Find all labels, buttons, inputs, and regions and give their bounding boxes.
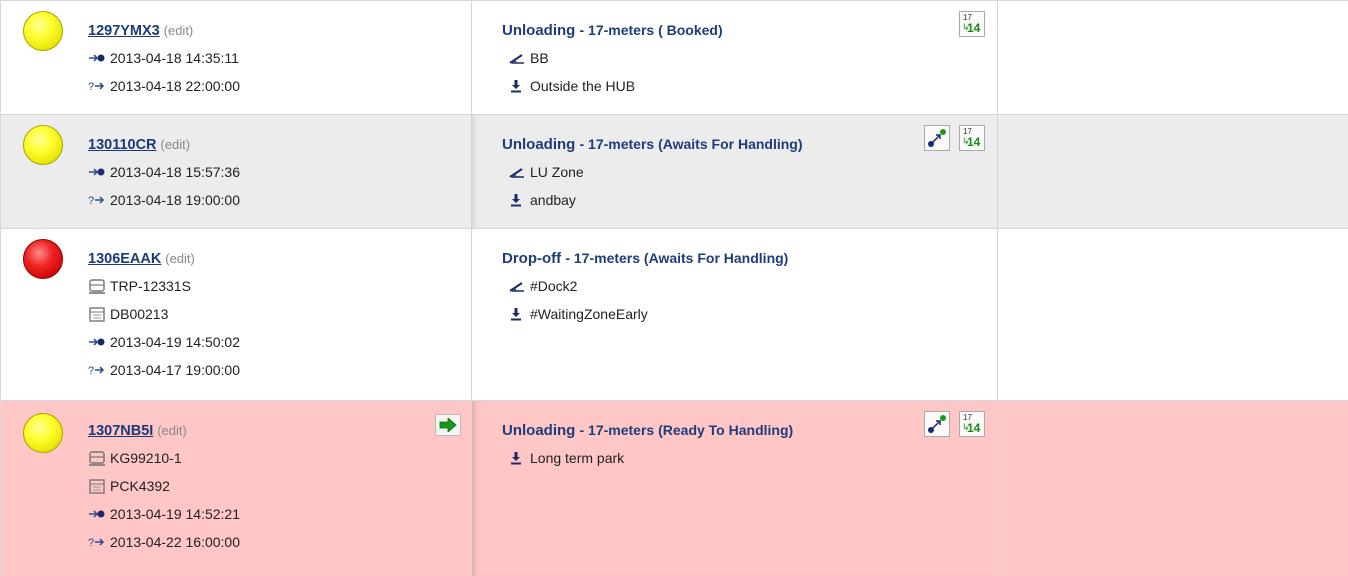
- dock-icon: [508, 51, 526, 65]
- table-row: 1297YMX3 (edit) 2013-04-18 14:35:11 ? 201…: [1, 1, 1348, 115]
- arrival-time: 2013-04-18 15:57:36: [110, 164, 240, 180]
- vehicle-grid: 1297YMX3 (edit) 2013-04-18 14:35:11 ? 201…: [0, 0, 1348, 576]
- trailer-plate: DB00213: [110, 306, 169, 322]
- task-type[interactable]: Unloading: [502, 136, 575, 153]
- truck-icon: [88, 451, 106, 466]
- table-row: 130110CR (edit) 2013-04-18 15:57:36 ? 201…: [1, 115, 1348, 229]
- task-detail: - 17-meters (Awaits For Handling): [565, 250, 789, 266]
- assign-dock-button[interactable]: [924, 411, 950, 437]
- go-arrow-button[interactable]: [435, 414, 461, 436]
- svg-text:?: ?: [88, 365, 94, 377]
- task-cell: Unloading - 17-meters (Awaits For Handli…: [472, 115, 998, 228]
- reschedule-calendar-button[interactable]: 17 ↳ 14: [959, 125, 985, 151]
- truck-icon: [88, 279, 106, 294]
- eta-icon: ?: [88, 535, 106, 549]
- status-light-yellow: [23, 125, 63, 165]
- edit-link[interactable]: (edit): [157, 423, 187, 438]
- table-row: 1307NB5I (edit) KG99210-1 PCK4392 2013-0…: [1, 401, 1348, 576]
- park-icon: [508, 79, 526, 93]
- park-icon: [508, 451, 526, 465]
- calendar-to-day: 14: [967, 135, 981, 149]
- task-type[interactable]: Unloading: [502, 22, 575, 39]
- calendar-to-day: 14: [967, 21, 981, 35]
- task-cell: Unloading - 17-meters ( Booked) BB Outsi…: [472, 1, 998, 114]
- park-name: Long term park: [530, 450, 625, 466]
- arrival-time: 2013-04-18 14:35:11: [110, 50, 239, 66]
- eta-icon: ?: [88, 79, 106, 93]
- vehicle-code-link[interactable]: 1297YMX3: [88, 23, 160, 39]
- vehicle-info: 130110CR (edit) 2013-04-18 15:57:36 ? 201…: [88, 134, 240, 218]
- vehicle-info: 1297YMX3 (edit) 2013-04-18 14:35:11 ? 201…: [88, 20, 240, 104]
- vehicle-info: 1306EAAK (edit) TRP-12331S DB00213 2013-…: [88, 248, 240, 388]
- eta-time: 2013-04-17 19:00:00: [110, 362, 240, 378]
- svg-text:?: ?: [88, 195, 94, 207]
- empty-cell: [998, 115, 1348, 228]
- task-cell: Drop-off - 17-meters (Awaits For Handlin…: [472, 229, 998, 400]
- eta-icon: ?: [88, 363, 106, 377]
- arrival-time: 2013-04-19 14:50:02: [110, 334, 240, 350]
- status-light-yellow: [23, 11, 63, 51]
- vehicle-cell: 1297YMX3 (edit) 2013-04-18 14:35:11 ? 201…: [1, 1, 472, 114]
- task-info: Unloading - 17-meters ( Booked) BB Outsi…: [502, 20, 723, 104]
- reschedule-calendar-button[interactable]: 17 ↳ 14: [959, 411, 985, 437]
- edit-link[interactable]: (edit): [160, 137, 190, 152]
- eta-time: 2013-04-22 16:00:00: [110, 534, 240, 550]
- task-type[interactable]: Unloading: [502, 422, 575, 439]
- task-detail: - 17-meters (Ready To Handling): [579, 422, 794, 438]
- vehicle-code-link[interactable]: 1306EAAK: [88, 251, 161, 267]
- svg-text:?: ?: [88, 81, 94, 93]
- arrival-time: 2013-04-19 14:52:21: [110, 506, 240, 522]
- dock-name: #Dock2: [530, 278, 578, 294]
- eta-time: 2013-04-18 19:00:00: [110, 192, 240, 208]
- task-detail: - 17-meters (Awaits For Handling): [579, 136, 803, 152]
- task-info: Drop-off - 17-meters (Awaits For Handlin…: [502, 248, 788, 332]
- dock-icon: [508, 165, 526, 179]
- dock-name: LU Zone: [530, 164, 584, 180]
- trailer-plate: PCK4392: [110, 478, 170, 494]
- empty-cell: [998, 1, 1348, 114]
- vehicle-code-link[interactable]: 130110CR: [88, 137, 157, 153]
- empty-cell: [998, 401, 1348, 576]
- status-light-red: [23, 239, 63, 279]
- arrival-icon: [88, 51, 106, 65]
- park-name: Outside the HUB: [530, 78, 636, 94]
- edit-link[interactable]: (edit): [164, 23, 194, 38]
- edit-link[interactable]: (edit): [165, 251, 195, 266]
- trailer-icon: [88, 479, 106, 494]
- dock-name: BB: [530, 50, 549, 66]
- task-cell: Unloading - 17-meters (Ready To Handling…: [472, 401, 998, 576]
- task-type[interactable]: Drop-off: [502, 250, 561, 267]
- dock-icon: [508, 279, 526, 293]
- arrival-icon: [88, 507, 106, 521]
- vehicle-code-link[interactable]: 1307NB5I: [88, 423, 153, 439]
- park-name: #WaitingZoneEarly: [530, 306, 648, 322]
- calendar-to-day: 14: [967, 421, 981, 435]
- vehicle-info: 1307NB5I (edit) KG99210-1 PCK4392 2013-0…: [88, 420, 240, 560]
- assign-dock-button[interactable]: [924, 125, 950, 151]
- trailer-icon: [88, 307, 106, 322]
- vehicle-cell: 1307NB5I (edit) KG99210-1 PCK4392 2013-0…: [1, 401, 472, 576]
- svg-text:?: ?: [88, 537, 94, 549]
- vehicle-cell: 1306EAAK (edit) TRP-12331S DB00213 2013-…: [1, 229, 472, 400]
- eta-time: 2013-04-18 22:00:00: [110, 78, 240, 94]
- empty-cell: [998, 229, 1348, 400]
- park-icon: [508, 307, 526, 321]
- vehicle-cell: 130110CR (edit) 2013-04-18 15:57:36 ? 201…: [1, 115, 472, 228]
- truck-plate: TRP-12331S: [110, 278, 191, 294]
- task-info: Unloading - 17-meters (Awaits For Handli…: [502, 134, 803, 218]
- task-info: Unloading - 17-meters (Ready To Handling…: [502, 420, 793, 476]
- park-name: andbay: [530, 192, 576, 208]
- eta-icon: ?: [88, 193, 106, 207]
- reschedule-calendar-button[interactable]: 17 ↳ 14: [959, 11, 985, 37]
- arrival-icon: [88, 335, 106, 349]
- status-light-yellow: [23, 413, 63, 453]
- table-row: 1306EAAK (edit) TRP-12331S DB00213 2013-…: [1, 229, 1348, 401]
- arrival-icon: [88, 165, 106, 179]
- truck-plate: KG99210-1: [110, 450, 182, 466]
- park-icon: [508, 193, 526, 207]
- task-detail: - 17-meters ( Booked): [579, 22, 723, 38]
